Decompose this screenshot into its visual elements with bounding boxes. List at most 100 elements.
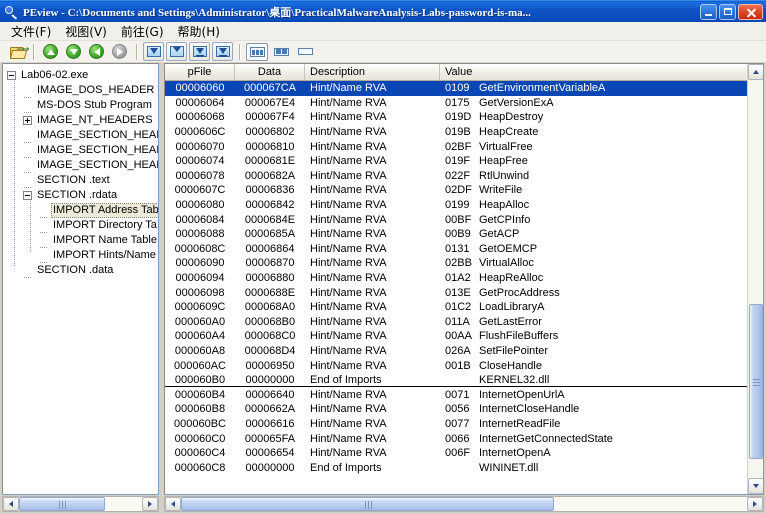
maximize-button[interactable] <box>719 3 736 20</box>
list-horizontal-scrollbar[interactable] <box>164 496 764 512</box>
tree-node[interactable]: IMPORT Name Table <box>3 233 158 248</box>
view-detail-button[interactable] <box>246 42 268 61</box>
tree-node[interactable]: IMPORT Directory Ta <box>3 218 158 233</box>
circle-arrow-up-icon <box>43 44 58 59</box>
nav-up-button[interactable] <box>40 42 61 61</box>
table-row[interactable]: 00006080 00006842 Hint/Name RVA 0199 HeapAll… <box>165 198 748 213</box>
table-row[interactable]: 00006088 0000685A Hint/Name RVA 00B9 GetACP <box>165 227 748 242</box>
menu-goto[interactable]: 前往(G) <box>114 22 171 41</box>
table-row[interactable]: 000060A0 000068B0 Hint/Name RVA 011A GetLast… <box>165 315 748 330</box>
scroll-down-button[interactable] <box>748 478 763 494</box>
table-row[interactable]: 000060A4 000068C0 Hint/Name RVA 00AA FlushFi… <box>165 329 748 344</box>
tree-scroll-track[interactable] <box>19 497 142 511</box>
table-row[interactable]: 00006094 00006880 Hint/Name RVA 01A2 HeapReA… <box>165 271 748 286</box>
cell-symbol-name: HeapReAlloc <box>479 272 544 285</box>
table-row[interactable]: 00006070 00006810 Hint/Name RVA 02BF Virtual… <box>165 139 748 154</box>
tree-scroll-left-button[interactable] <box>3 497 19 511</box>
cell-pfile: 000060AC <box>174 359 226 372</box>
table-row[interactable]: 000060B4 00006640 Hint/Name RVA 0071 Interne… <box>165 387 748 402</box>
tree-node[interactable]: Lab06-02.exe <box>3 68 158 83</box>
table-row[interactable]: 00006074 0000681E Hint/Name RVA 019F HeapFre… <box>165 154 748 169</box>
menu-file[interactable]: 文件(F) <box>4 22 58 41</box>
minimize-button[interactable] <box>700 3 717 20</box>
table-row[interactable]: 000060A8 000068D4 Hint/Name RVA 026A SetFile… <box>165 344 748 359</box>
tree-scroll-thumb[interactable] <box>19 497 105 511</box>
tree-node[interactable]: SECTION .rdata <box>3 188 158 203</box>
table-row[interactable]: 000060C0 000065FA Hint/Name RVA 0066 Interne… <box>165 431 748 446</box>
goto-next-button[interactable] <box>189 42 210 61</box>
table-row[interactable]: 00006098 0000688E Hint/Name RVA 013E GetProc… <box>165 285 748 300</box>
list-vertical-scrollbar[interactable] <box>747 64 763 494</box>
goto-last-button[interactable] <box>212 42 233 61</box>
vertical-scroll-thumb[interactable] <box>749 304 763 459</box>
table-row[interactable]: 000060AC 00006950 Hint/Name RVA 001B CloseHa… <box>165 358 748 373</box>
table-row[interactable]: 0000609C 000068A0 Hint/Name RVA 01C2 LoadLib… <box>165 300 748 315</box>
window-title: PEview - C:\Documents and Settings\Admin… <box>23 6 531 19</box>
table-row[interactable]: 00006068 000067F4 Hint/Name RVA 019D HeapDes… <box>165 110 748 125</box>
cell-symbol-name: RtlUnwind <box>479 169 530 182</box>
column-header-description[interactable]: Description <box>305 64 440 80</box>
cell-description: Hint/Name RVA <box>310 301 387 314</box>
tree-node[interactable]: IMAGE_NT_HEADERS <box>3 113 158 128</box>
cell-value: 011A GetLastError <box>440 316 745 328</box>
table-row[interactable]: 000060C8 00000000 End of Imports WININET.dl… <box>165 460 748 475</box>
table-row[interactable]: 00006084 0000684E Hint/Name RVA 00BF GetCPIn… <box>165 212 748 227</box>
list-scroll-track[interactable] <box>181 497 747 511</box>
goto-prev-button[interactable] <box>166 42 187 61</box>
open-file-button[interactable]: ⟶ <box>6 42 29 61</box>
cell-description: Hint/Name RVA <box>310 344 387 357</box>
cell-pfile: 000060C0 <box>174 432 226 445</box>
cell-pfile: 000060B0 <box>174 373 226 386</box>
list-scroll-right-button[interactable] <box>747 497 763 511</box>
table-row[interactable]: 000060B8 0000662A Hint/Name RVA 0056 Interne… <box>165 402 748 417</box>
nav-down-button[interactable] <box>63 42 84 61</box>
tree-scroll-right-button[interactable] <box>142 497 158 511</box>
cell-value: 00BF GetCPInfo <box>440 214 745 226</box>
cell-symbol-name: VirtualAlloc <box>479 257 534 270</box>
cell-pfile: 00006064 <box>175 96 225 109</box>
structure-tree-panel[interactable]: Lab06-02.exe IMAGE_DOS_HEADER MS-DOS Stub … <box>2 63 159 495</box>
tree-expand-icon[interactable] <box>23 116 32 125</box>
close-button[interactable] <box>738 3 763 20</box>
table-row[interactable]: 000060C4 00006654 Hint/Name RVA 006F Interne… <box>165 446 748 461</box>
list-scroll-thumb[interactable] <box>181 497 554 511</box>
table-row[interactable]: 00006064 000067E4 Hint/Name RVA 0175 GetVers… <box>165 96 748 111</box>
table-row[interactable]: 00006060 000067CA Hint/Name RVA 0109 GetEnvi… <box>165 81 748 96</box>
cell-pfile: 00006090 <box>175 257 225 270</box>
menu-help[interactable]: 帮助(H) <box>171 22 227 41</box>
import-list-panel[interactable]: pFile Data Description Value 00006060 000… <box>164 63 764 495</box>
tree-node[interactable]: IMPORT Address Tab <box>3 203 158 218</box>
table-row[interactable]: 00006078 0000682A Hint/Name RVA 022F RtlUnwi… <box>165 169 748 184</box>
column-header-pfile[interactable]: pFile <box>165 64 235 80</box>
tree-node[interactable]: IMAGE_DOS_HEADER <box>3 83 158 98</box>
tree-node[interactable]: SECTION .text <box>3 173 158 188</box>
view-split-button[interactable] <box>270 43 292 61</box>
tree-node[interactable]: IMAGE_SECTION_HEAI <box>3 143 158 158</box>
tree-node[interactable]: IMPORT Hints/Name <box>3 248 158 263</box>
table-row[interactable]: 000060B0 00000000 End of Imports KERNEL32.d… <box>165 373 748 388</box>
tree-node[interactable]: SECTION .data <box>3 263 158 278</box>
scroll-up-button[interactable] <box>748 64 763 80</box>
table-row[interactable]: 0000606C 00006802 Hint/Name RVA 019B HeapCre… <box>165 125 748 140</box>
tree-node[interactable]: IMAGE_SECTION_HEAI <box>3 128 158 143</box>
column-header-value[interactable]: Value <box>440 64 740 80</box>
view-single-button[interactable] <box>294 43 316 61</box>
cell-ordinal: 026A <box>445 344 471 357</box>
tree-horizontal-scrollbar[interactable] <box>2 496 159 512</box>
list-scroll-left-button[interactable] <box>165 497 181 511</box>
cell-ordinal: 00AA <box>445 330 472 343</box>
blue-double-arrow-down-icon <box>192 45 207 58</box>
cell-pfile: 00006068 <box>175 111 225 124</box>
table-row[interactable]: 00006090 00006870 Hint/Name RVA 02BB Virtual… <box>165 256 748 271</box>
cell-description: Hint/Name RVA <box>310 242 387 255</box>
nav-back-button[interactable] <box>86 42 107 61</box>
menu-view[interactable]: 视图(V) <box>58 22 114 41</box>
table-row[interactable]: 000060BC 00006616 Hint/Name RVA 0077 Interne… <box>165 417 748 432</box>
tree-node[interactable]: IMAGE_SECTION_HEAI <box>3 158 158 173</box>
goto-first-button[interactable] <box>143 42 164 61</box>
tree-node-label: IMAGE_NT_HEADERS <box>37 114 153 126</box>
column-header-data[interactable]: Data <box>235 64 305 80</box>
table-row[interactable]: 0000608C 00006864 Hint/Name RVA 0131 GetOEMC… <box>165 242 748 257</box>
table-row[interactable]: 0000607C 00006836 Hint/Name RVA 02DF WriteFi… <box>165 183 748 198</box>
tree-node[interactable]: MS-DOS Stub Program <box>3 98 158 113</box>
